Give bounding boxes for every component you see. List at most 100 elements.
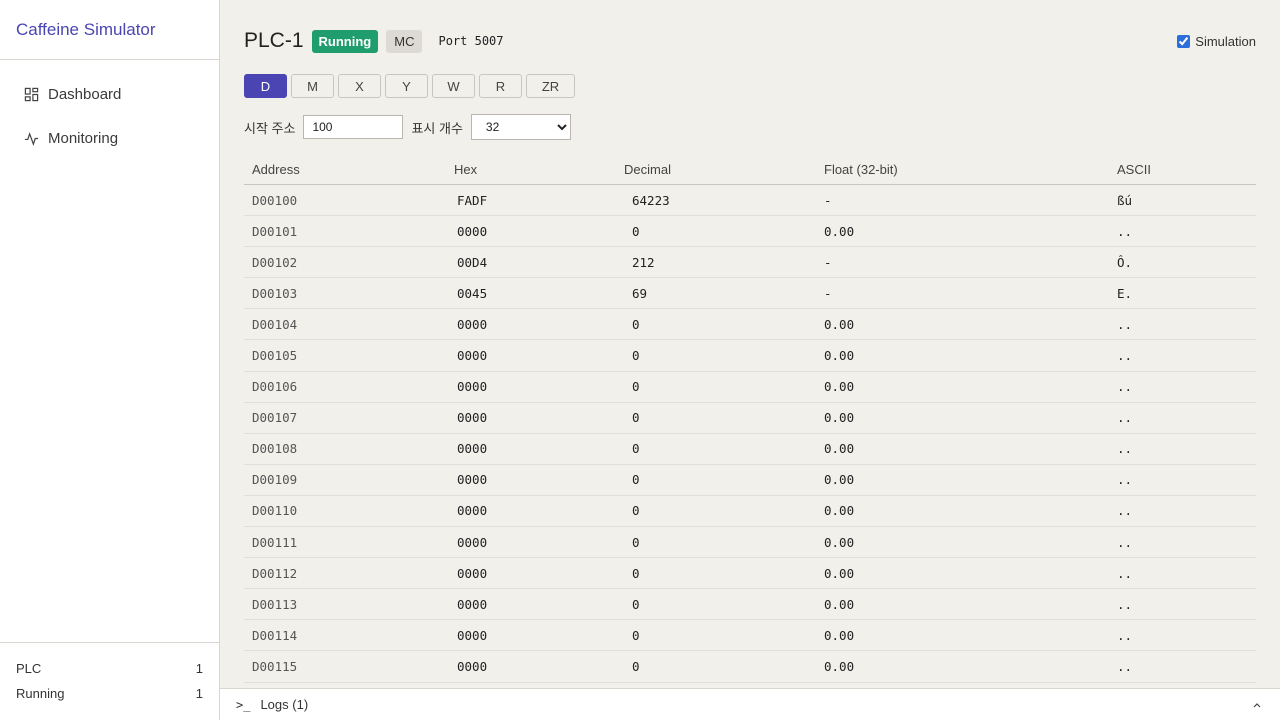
table-row[interactable]: D00115 0000 0 0.00.. — [244, 651, 1256, 683]
cell-decimal: 0 — [632, 316, 640, 332]
filter-bar: 시작 주소 표시 개수 32 — [244, 114, 571, 140]
cell-hex: 0000 — [457, 596, 488, 612]
cell-hex: FADF — [457, 192, 488, 208]
sidebar-item-dashboard[interactable]: Dashboard — [0, 72, 219, 116]
app-title[interactable]: Caffeine Simulator — [0, 0, 219, 60]
simulation-checkbox[interactable] — [1177, 34, 1191, 48]
cell-ascii: .. — [1117, 410, 1133, 426]
page-title: PLC-1 — [244, 29, 304, 52]
cell-ascii: E. — [1117, 285, 1133, 301]
cell-address: D00108 — [252, 441, 298, 457]
table-row[interactable]: D00103 0045 69 - E. — [244, 278, 1256, 310]
cell-hex: 00D4 — [457, 254, 488, 270]
cell-hex: 0000 — [457, 658, 488, 674]
start-address-input[interactable] — [303, 115, 404, 139]
table-row[interactable]: D00110 0000 0 0.00.. — [244, 496, 1256, 528]
cell-ascii: .. — [1117, 565, 1133, 581]
stat-value: 1 — [195, 661, 203, 676]
cell-decimal: 0 — [632, 503, 640, 519]
sidebar-item-label: Dashboard — [48, 85, 122, 103]
table-row[interactable]: D00100 FADF 64223 - ßú — [244, 185, 1256, 217]
table-row[interactable]: D00104 0000 0 0.00.. — [244, 309, 1256, 341]
cell-float: 0.00 — [824, 596, 855, 612]
cell-float: - — [824, 285, 832, 301]
cell-ascii: .. — [1117, 503, 1133, 519]
cell-float: 0.00 — [824, 223, 855, 239]
protocol-badge: MC — [386, 29, 423, 53]
cell-hex: 0000 — [457, 565, 488, 581]
cell-float: 0.00 — [824, 534, 855, 550]
column-header-float: Float (32-bit) — [824, 162, 898, 177]
cell-hex: 0000 — [457, 223, 488, 239]
cell-hex: 0000 — [457, 379, 488, 395]
cell-float: 0.00 — [824, 316, 855, 332]
simulation-toggle[interactable]: Simulation — [1177, 34, 1256, 49]
cell-decimal: 0 — [632, 627, 640, 643]
count-select[interactable]: 32 — [470, 114, 571, 140]
table-row[interactable]: D00102 00D4 212 - Ô. — [244, 247, 1256, 279]
tab-r[interactable]: R — [479, 74, 522, 98]
cell-address: D00109 — [252, 472, 298, 488]
column-header-ascii: ASCII — [1117, 162, 1151, 177]
cell-ascii: .. — [1117, 534, 1133, 550]
table-row[interactable]: D00105 0000 0 0.00.. — [244, 340, 1256, 372]
cell-float: 0.00 — [824, 472, 855, 488]
cell-address: D00112 — [252, 565, 298, 581]
cell-decimal: 0 — [632, 348, 640, 364]
device-tabs: D M X Y W R ZR — [244, 74, 579, 98]
cell-address: D00104 — [252, 316, 298, 332]
table-row[interactable]: D00109 0000 0 0.00.. — [244, 465, 1256, 496]
tab-d[interactable]: D — [244, 74, 287, 98]
table-row[interactable]: D00114 0000 0 0.00.. — [244, 620, 1256, 652]
cell-decimal: 0 — [632, 410, 640, 426]
main-panel: PLC-1 Running MC Port 5007 Simulation D … — [220, 0, 1280, 720]
cell-decimal: 0 — [632, 658, 640, 674]
cell-hex: 0000 — [457, 348, 488, 364]
cell-address: D00101 — [252, 223, 298, 239]
cell-decimal: 0 — [632, 441, 640, 457]
cell-ascii: Ô. — [1117, 254, 1133, 270]
cell-hex: 0000 — [457, 627, 488, 643]
tab-y[interactable]: Y — [385, 74, 428, 98]
cell-decimal: 212 — [632, 254, 655, 270]
stat-running: Running 1 — [16, 686, 203, 711]
tab-x[interactable]: X — [338, 74, 381, 98]
column-header-decimal: Decimal — [624, 162, 671, 177]
cell-hex: 0000 — [457, 534, 488, 550]
tab-zr[interactable]: ZR — [526, 74, 575, 98]
table-header: Address Hex Decimal Float (32-bit) ASCII — [244, 155, 1256, 185]
sidebar-nav: Dashboard Monitoring — [0, 60, 219, 160]
table-row[interactable]: D00101 0000 0 0.00.. — [244, 216, 1256, 248]
table-row[interactable]: D00107 0000 0 0.00.. — [244, 403, 1256, 434]
cell-ascii: .. — [1117, 627, 1133, 643]
cell-address: D00115 — [252, 658, 298, 674]
cell-float: 0.00 — [824, 503, 855, 519]
tab-w[interactable]: W — [432, 74, 475, 98]
cell-address: D00106 — [252, 379, 298, 395]
tab-m[interactable]: M — [291, 74, 334, 98]
logs-bar[interactable]: >_ Logs (1) — [220, 688, 1280, 720]
table-row[interactable]: D00112 0000 0 0.00.. — [244, 558, 1256, 590]
cell-decimal: 0 — [632, 565, 640, 581]
cell-decimal: 0 — [632, 596, 640, 612]
cell-decimal: 0 — [632, 472, 640, 488]
start-address-label: 시작 주소 — [244, 120, 296, 136]
cell-address: D00113 — [252, 596, 298, 612]
sidebar-item-monitoring[interactable]: Monitoring — [0, 116, 219, 160]
stat-label: PLC — [16, 661, 42, 676]
table-row[interactable]: D00108 0000 0 0.00.. — [244, 434, 1256, 465]
cell-float: 0.00 — [824, 379, 855, 395]
table-row[interactable]: D00111 0000 0 0.00.. — [244, 527, 1256, 559]
sidebar-item-label: Monitoring — [48, 129, 119, 147]
cell-float: 0.00 — [824, 658, 855, 674]
cell-float: 0.00 — [824, 410, 855, 426]
cell-address: D00111 — [252, 534, 298, 550]
cell-float: - — [824, 192, 832, 208]
table-row[interactable]: D00113 0000 0 0.00.. — [244, 589, 1256, 621]
table-row[interactable]: D00106 0000 0 0.00.. — [244, 372, 1256, 403]
cell-hex: 0045 — [457, 285, 488, 301]
cell-float: 0.00 — [824, 348, 855, 364]
chevron-up-icon[interactable] — [1252, 700, 1262, 710]
cell-ascii: .. — [1117, 658, 1133, 674]
stat-label: Running — [16, 686, 65, 701]
